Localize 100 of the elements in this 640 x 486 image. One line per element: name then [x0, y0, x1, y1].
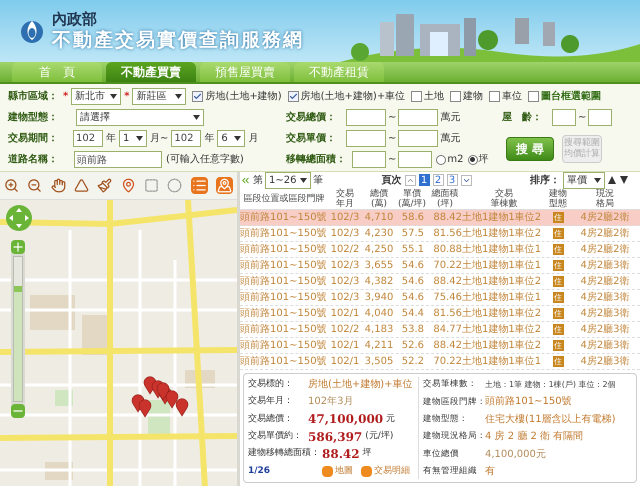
result-row[interactable]: 頭前路101~150號 102/3 4,710 58.6 88.42土地1建物1車位2 住 4房2廳2衛 [240, 210, 640, 226]
map-markers-drawing[interactable] [132, 376, 188, 418]
type-badge: 住 [552, 308, 564, 319]
max-age-field[interactable] [588, 109, 612, 126]
min-unit-price-field[interactable] [346, 130, 386, 147]
month-select[interactable]: 1 [119, 130, 147, 147]
radio-button[interactable] [468, 154, 478, 164]
result-row[interactable]: 頭前路101~150號 102/3 4,382 54.6 88.42土地1建物1車位2 住 4房2廳2衛 [240, 274, 640, 290]
page-link[interactable]: 1 [418, 174, 430, 186]
list-icon[interactable] [190, 177, 208, 194]
nav-tab[interactable]: 不動產買賣 [106, 62, 196, 82]
layout-cell-text: 4房2廳3衛 [579, 258, 631, 273]
search-button[interactable]: 搜 尋 [506, 137, 554, 161]
nav-tab[interactable]: 不動產租賃 [294, 62, 384, 82]
result-row[interactable]: 頭前路101~150號 102/1 4,211 52.6 88.42土地1建物1車位2 住 4房2廳3衛 [240, 338, 640, 354]
area-cell-text: 84.77 [432, 323, 462, 337]
pages-label: 頁次 [382, 174, 402, 188]
ministry-name: 內政部 [52, 10, 98, 28]
building-type-select[interactable]: 請選擇 [76, 109, 204, 126]
layout-cell-text: 4房2廳2衛 [579, 274, 631, 289]
max-area-field[interactable] [398, 151, 432, 168]
field-label: 縣市區域： [8, 89, 59, 104]
field-label: 道路名稱： [8, 152, 59, 167]
min-age-field[interactable] [552, 109, 576, 126]
detail-unit: 元 [386, 412, 396, 426]
field-label: 交易期間： [8, 131, 59, 146]
address-cell-text: 頭前路101~150號 [240, 242, 328, 257]
zoom-plus-icon[interactable] [11, 240, 25, 254]
caret-icon [136, 136, 143, 141]
triangle-icon[interactable] [74, 178, 89, 193]
range-separator: ~ [388, 153, 396, 167]
min-price-field[interactable] [346, 109, 386, 126]
result-row[interactable]: 頭前路101~150號 102/3 3,655 54.6 70.22土地1建物1車位1 住 4房2廳3衛 [240, 258, 640, 274]
result-row[interactable]: 頭前路101~150號 102/3 3,940 54.6 75.46土地1建物1車位1 住 4房2廳3衛 [240, 290, 640, 306]
area-cell-text: 70.22 [432, 259, 462, 273]
detail-link[interactable]: 地圖 [335, 464, 353, 478]
page-link[interactable]: 3 [446, 174, 458, 186]
pan-control-icon[interactable] [5, 204, 33, 232]
checkbox[interactable] [288, 91, 299, 102]
next-page-icon[interactable] [460, 174, 472, 186]
checkbox[interactable] [192, 91, 204, 102]
address-cell-text: 頭前路101~150號 [240, 290, 328, 305]
result-row[interactable]: 頭前路101~150號 102/2 4,250 55.1 80.88土地1建物1車位1 住 4房2廳2衛 [240, 242, 640, 258]
zoom-minus-icon[interactable] [11, 404, 25, 418]
unit-label: 萬元 [440, 132, 460, 146]
checkbox[interactable] [528, 91, 540, 102]
detail-value: 4,100,000元 [485, 448, 546, 462]
address-cell-text: 頭前路101~150號 [240, 226, 328, 241]
previous-page-icon[interactable] [404, 174, 416, 186]
result-row[interactable]: 頭前路101~150號 102/3 4,230 57.5 81.56土地1建物1車位2 住 4房2廳2衛 [240, 226, 640, 242]
counts-cell-text: 土地1建物1車位2 [462, 306, 542, 321]
caret-icon [594, 178, 601, 182]
detail-label: 交易年月： [248, 395, 294, 408]
sort-label: 排序： [530, 173, 560, 188]
detail-label: 有無管理組織 [423, 465, 478, 478]
area-cell-text: 75.46 [432, 291, 462, 305]
total-price-cell-text: 4,250 [364, 243, 394, 257]
nav-tab[interactable]: 首 頁 [12, 62, 102, 82]
range-select[interactable]: 1~26 [265, 172, 311, 188]
detail-value: 586,397 [308, 428, 362, 446]
year-field[interactable]: 102 [73, 130, 103, 147]
max-unit-price-field[interactable] [398, 130, 438, 147]
total-price-cell-text: 4,382 [364, 275, 394, 289]
circle-select-icon[interactable] [167, 178, 182, 193]
rectangle-select-icon[interactable] [144, 178, 159, 193]
pin-icon[interactable] [120, 178, 136, 193]
radio-button[interactable] [436, 154, 446, 164]
collapse-icon[interactable] [240, 174, 251, 186]
zoom-in-icon[interactable] [4, 178, 19, 193]
checkbox[interactable] [450, 91, 462, 102]
city-select[interactable]: 新北市 [71, 88, 122, 105]
road-name-field[interactable]: 頭前路 [74, 151, 162, 168]
nav-tab[interactable]: 預售屋買賣 [200, 62, 290, 82]
detail-value: 88.42 [322, 446, 360, 464]
result-row[interactable]: 頭前路101~150號 102/1 3,505 52.2 70.22土地1建物1車位1 住 4房2廳3衛 [240, 354, 640, 370]
total-price-cell-text: 4,230 [364, 227, 394, 241]
checkbox[interactable] [489, 91, 500, 102]
map-pin-icon[interactable] [216, 177, 233, 194]
checkbox[interactable] [411, 91, 422, 102]
hand-icon[interactable] [50, 178, 66, 193]
sort-select[interactable]: 單價 [563, 172, 605, 188]
counts-cell-text: 土地1建物1車位2 [462, 210, 542, 225]
detail-value: 4 房 2 廳 2 衛 有隔間 [485, 430, 584, 444]
zoom-out-icon[interactable] [27, 178, 42, 193]
detail-link[interactable]: 交易明細 [374, 464, 410, 478]
max-price-field[interactable] [398, 109, 438, 126]
type-badge: 住 [552, 356, 564, 367]
min-area-field[interactable] [352, 151, 386, 168]
caret-icon [193, 115, 200, 120]
district-select[interactable]: 新莊區 [132, 88, 186, 105]
sort-arrows-icon[interactable] [608, 176, 628, 184]
zoom-slider[interactable] [11, 240, 25, 418]
field-label: 交易單價： [286, 131, 337, 146]
result-row[interactable]: 頭前路101~150號 102/2 4,183 53.8 84.77土地1建物1車位2 住 4房2廳3衛 [240, 322, 640, 338]
counts-cell-text: 土地1建物1車位2 [462, 226, 542, 241]
result-row[interactable]: 頭前路101~150號 102/1 4,040 54.4 81.56土地1建物1車位2 住 4房2廳3衛 [240, 306, 640, 322]
month-select[interactable]: 6 [217, 130, 246, 147]
brush-icon[interactable] [97, 178, 112, 193]
page-link[interactable]: 2 [432, 174, 444, 186]
year-field[interactable]: 102 [171, 130, 202, 147]
